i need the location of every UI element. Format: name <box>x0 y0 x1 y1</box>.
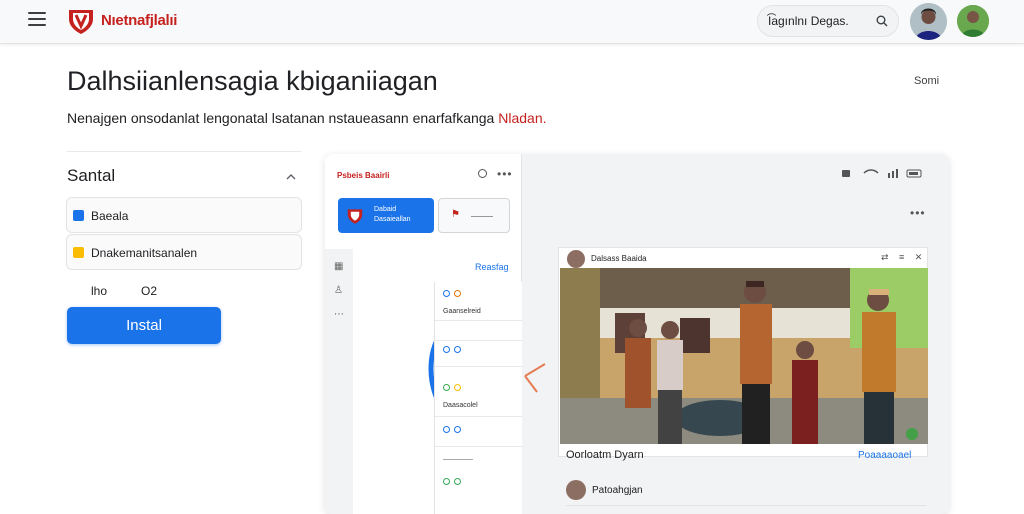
option-label: Baeala <box>91 209 129 223</box>
post-card[interactable]: Dalsass Baaida ⇄ ≡ ✕ <box>558 247 928 457</box>
comment-divider <box>566 505 926 506</box>
page-subtitle: Nenajgen onsodanlat lengonatal lsatanan … <box>67 110 547 126</box>
preview-tag: Psbeis Baairli <box>337 171 390 180</box>
preview-rail: ▦ ♙ ⋯ <box>325 249 353 514</box>
search-field[interactable]: I͡agınlnı Degas. <box>757 5 899 37</box>
post-link[interactable]: Poaaaaoael <box>858 450 911 461</box>
author-avatar[interactable] <box>567 250 585 268</box>
user-avatar[interactable] <box>910 3 947 40</box>
list-item[interactable] <box>443 346 465 353</box>
circle-icon[interactable] <box>478 169 487 178</box>
preview-list: Gaanselreid Daasacolel <box>434 282 523 514</box>
meta-value-right: O2 <box>141 284 158 298</box>
post-author: Dalsass Baaida <box>591 254 647 263</box>
page-title: Dalhsiianlensagia kbiganiiagan <box>67 66 438 96</box>
checkbox-icon[interactable] <box>73 210 84 221</box>
chevron-up-icon[interactable] <box>286 172 296 182</box>
top-app-bar: Nıetnafjlalıi I͡agınlnı Degas. <box>0 0 1024 44</box>
option-label: Dnakemanitsanalen <box>91 246 198 260</box>
checkbox-icon[interactable] <box>73 247 84 258</box>
list-item[interactable] <box>443 478 465 485</box>
account-avatar[interactable] <box>957 5 989 37</box>
app-preview: Psbeis Baairli ••• Dabaid Dasaieallan ⚑ … <box>325 154 949 514</box>
brand-logo-icon <box>347 209 363 224</box>
placeholder-line <box>471 216 493 217</box>
list-item[interactable] <box>443 290 465 297</box>
list-item[interactable] <box>443 426 465 433</box>
preview-button-subtext: Dasaieallan <box>374 216 411 223</box>
more-icon[interactable]: ••• <box>497 167 513 181</box>
search-icon[interactable] <box>876 15 888 27</box>
list-item-label: Gaanselreid <box>443 308 481 315</box>
flag-icon: ⚑ <box>451 209 460 220</box>
install-button[interactable]: Instal <box>67 307 221 344</box>
option-item[interactable]: Dnakemanitsanalen <box>66 234 302 270</box>
more-icon[interactable]: ⋯ <box>334 309 346 321</box>
hamburger-icon[interactable] <box>28 12 46 26</box>
search-input[interactable]: I͡agınlnı Degas. <box>768 14 849 28</box>
list-item[interactable] <box>443 384 465 391</box>
commenter-avatar[interactable] <box>566 480 586 500</box>
subtitle-text: Nenajgen onsodanlat lengonatal lsatanan … <box>67 110 499 126</box>
list-item-label: Daasacolel <box>443 402 478 409</box>
brand-logo-icon[interactable] <box>66 6 96 36</box>
section-title: Santal <box>67 166 116 185</box>
card-action-icons[interactable]: ⇄ ≡ ✕ <box>881 252 926 263</box>
option-item[interactable]: Baeala <box>66 197 302 233</box>
post-caption: Oorloatm Dyarn <box>566 449 644 461</box>
user-icon[interactable]: ♙ <box>334 285 346 297</box>
secondary-menu-link[interactable]: Somi <box>914 75 939 87</box>
preview-secondary-button[interactable]: ⚑ <box>438 198 510 233</box>
post-photo <box>560 268 928 444</box>
preview-button-text: Dabaid <box>374 206 397 213</box>
subtitle-highlight-link[interactable]: Nladan. <box>498 110 546 126</box>
preview-section-link[interactable]: Reasfag <box>475 262 509 272</box>
brand-name: Nıetnafjlalıi <box>101 12 178 29</box>
comment-author: Patoahgjan <box>592 485 643 496</box>
meta-value-left: lho <box>91 284 108 298</box>
preview-primary-button[interactable]: Dabaid Dasaieallan <box>338 198 434 233</box>
list-item-placeholder <box>443 456 473 463</box>
section-divider <box>67 151 301 152</box>
more-icon[interactable]: ••• <box>910 206 926 220</box>
calendar-icon[interactable]: ▦ <box>334 261 346 273</box>
status-bar-icons <box>842 169 922 178</box>
